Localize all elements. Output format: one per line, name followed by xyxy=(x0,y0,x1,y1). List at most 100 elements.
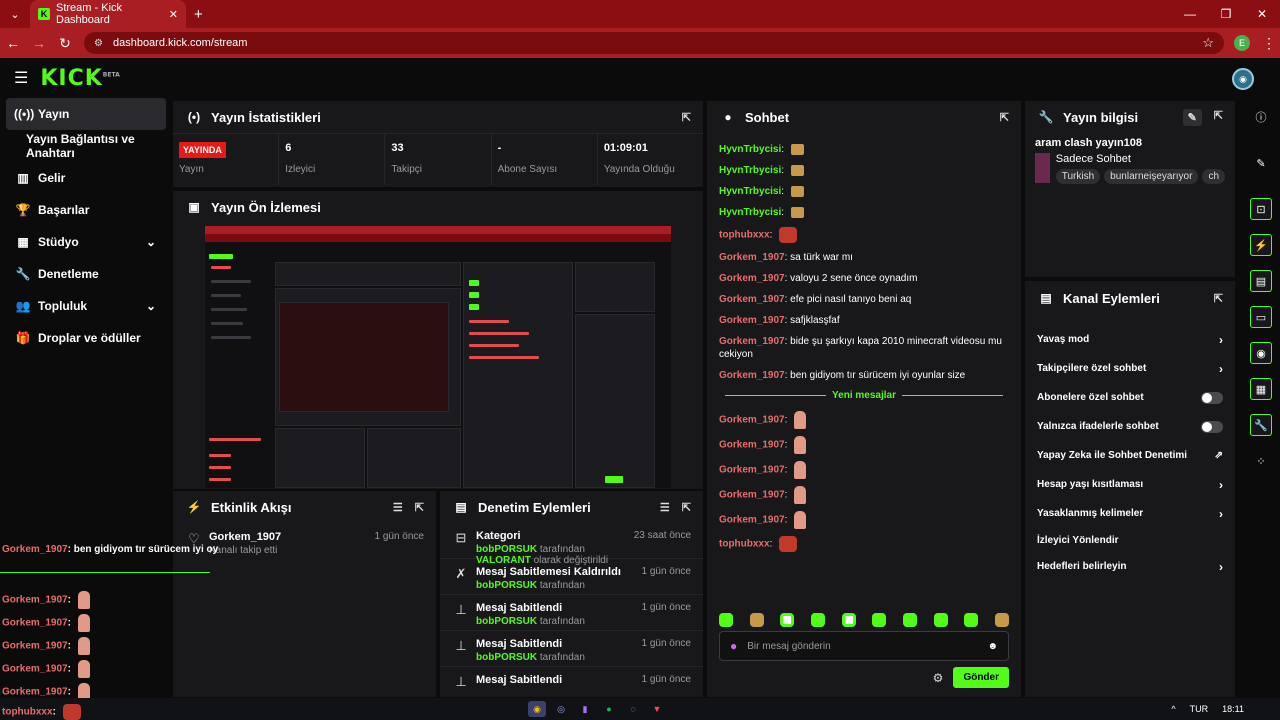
tag-chip[interactable]: Turkish xyxy=(1055,169,1101,184)
emote-icon[interactable] xyxy=(749,613,764,627)
action-host[interactable]: İzleyici Yönlendir xyxy=(1025,528,1235,552)
sidebar-item-droplar[interactable]: 🎁 Droplar ve ödüller xyxy=(0,322,172,354)
emote-icon[interactable] xyxy=(719,613,733,627)
subscribers-only-toggle[interactable] xyxy=(1201,391,1223,404)
action-followers-only[interactable]: Takipçilere özel sohbet › xyxy=(1025,354,1235,383)
action-ai-moderation[interactable]: Yapay Zeka ile Sohbet Denetimi ⇗ xyxy=(1025,441,1235,470)
send-button[interactable]: Gönder xyxy=(953,667,1009,688)
user-avatar[interactable]: ◉ xyxy=(1232,68,1254,90)
sidebar-item-basarilar[interactable]: 🏆 Başarılar xyxy=(0,194,172,226)
chat-username[interactable]: tophubxxx xyxy=(719,539,770,550)
obs-app-icon[interactable]: ◌ xyxy=(624,701,642,717)
chat-username[interactable]: Gorkem_1907 xyxy=(719,315,785,326)
filter-icon[interactable]: ☰ xyxy=(660,501,670,514)
url-field[interactable]: ⚙ dashboard.kick.com/stream ☆ xyxy=(84,32,1224,54)
reload-icon[interactable]: ↻ xyxy=(52,35,78,52)
tag-chip[interactable]: ch xyxy=(1202,169,1225,184)
chat-settings-gear-icon[interactable]: ⚙ xyxy=(933,671,944,685)
emote-icon[interactable] xyxy=(964,613,979,627)
popout-icon[interactable]: ⇱ xyxy=(1214,109,1223,126)
spotify-app-icon[interactable]: ● xyxy=(600,701,618,717)
profile-avatar[interactable]: E xyxy=(1234,35,1250,51)
back-icon[interactable]: ← xyxy=(0,35,26,51)
filter-icon[interactable]: ☰ xyxy=(393,501,403,514)
popout-icon[interactable]: ⇱ xyxy=(1214,292,1223,305)
window-close-icon[interactable]: ✕ xyxy=(1244,0,1280,28)
sidebar-item-denetleme[interactable]: 🔧 Denetleme xyxy=(0,258,172,290)
sidebar-item-stream-key[interactable]: Yayın Bağlantısı ve Anahtarı xyxy=(0,130,172,162)
tray-chevron-up-icon[interactable]: ^ xyxy=(1171,704,1175,714)
emote-icon[interactable] xyxy=(841,613,856,627)
chrome-app-icon[interactable]: ◉ xyxy=(528,701,546,717)
chat-username[interactable]: Gorkem_1907 xyxy=(719,370,785,381)
emotes-only-toggle[interactable] xyxy=(1201,420,1223,433)
tag-chip[interactable]: bunlarneişeyarıyor xyxy=(1104,169,1199,184)
emote-icon[interactable] xyxy=(994,613,1009,627)
emote-icon[interactable] xyxy=(810,613,825,627)
chat-username[interactable]: Gorkem_1907 xyxy=(719,336,785,347)
action-slow-mode[interactable]: Yavaş mod › xyxy=(1025,325,1235,354)
chat-username[interactable]: HyvnTrbycisi xyxy=(719,165,781,176)
chat-username[interactable]: tophubxxx xyxy=(719,230,770,241)
emote-icon[interactable] xyxy=(902,613,917,627)
action-banned-words[interactable]: Yasaklanmış kelimeler › xyxy=(1025,499,1235,528)
browser-tab[interactable]: K Stream - Kick Dashboard ✕ xyxy=(30,0,186,28)
emote-icon[interactable] xyxy=(872,613,887,627)
chat-username[interactable]: Gorkem_1907 xyxy=(719,415,785,426)
sidebar-item-gelir[interactable]: ▥ Gelir xyxy=(0,162,172,194)
document-icon[interactable]: ▤ xyxy=(1250,270,1272,292)
lightning-icon[interactable]: ⚡ xyxy=(1250,234,1272,256)
edit-pencil-icon[interactable]: ✎ xyxy=(1182,108,1202,126)
twitch-app-icon[interactable]: ▮ xyxy=(576,701,594,717)
sidebar-item-topluluk[interactable]: 👥 Topluluk ⌄ xyxy=(0,290,172,322)
tab-close-icon[interactable]: ✕ xyxy=(169,8,178,21)
action-goals[interactable]: Hedefleri belirleyin › xyxy=(1025,552,1235,581)
broadcast-icon[interactable]: ◉ xyxy=(1250,342,1272,364)
edit-pencil-icon[interactable]: ✎ xyxy=(1250,152,1272,174)
chat-username[interactable]: HyvnTrbycisi xyxy=(719,207,781,218)
chat-username[interactable]: Gorkem_1907 xyxy=(719,294,785,305)
chat-username[interactable]: Gorkem_1907 xyxy=(719,465,785,476)
new-tab-button[interactable]: + xyxy=(194,6,203,23)
kick-logo[interactable]: KICKBETA xyxy=(40,66,119,91)
chat-username[interactable]: Gorkem_1907 xyxy=(719,440,785,451)
tray-language[interactable]: TUR xyxy=(1190,704,1209,714)
apps-icon[interactable]: ⁘ xyxy=(1250,450,1272,472)
chat-username[interactable]: Gorkem_1907 xyxy=(719,490,785,501)
preview-line xyxy=(469,280,479,286)
tray-clock[interactable]: 18:11 xyxy=(1222,704,1244,714)
chat-bubble-icon[interactable]: ▭ xyxy=(1250,306,1272,328)
forward-icon[interactable]: → xyxy=(26,35,52,51)
tab-search-button[interactable]: ⌄ xyxy=(4,3,26,25)
hamburger-menu-icon[interactable]: ☰ xyxy=(14,68,28,88)
bookmark-star-icon[interactable]: ☆ xyxy=(1202,35,1214,51)
popout-icon[interactable]: ⇱ xyxy=(1000,111,1009,124)
chat-username[interactable]: HyvnTrbycisi xyxy=(719,144,781,155)
popout-icon[interactable]: ⇱ xyxy=(415,501,424,514)
sidebar-item-yayin[interactable]: ((•)) Yayın xyxy=(6,98,166,130)
chat-username[interactable]: Gorkem_1907 xyxy=(719,252,785,263)
info-icon[interactable]: ⓘ xyxy=(1250,106,1272,128)
emote-icon[interactable] xyxy=(933,613,948,627)
site-info-icon[interactable]: ⚙ xyxy=(94,38,103,49)
screenshot-icon[interactable]: ⊡ xyxy=(1250,198,1272,220)
emoji-picker-icon[interactable]: ☻ xyxy=(987,641,998,652)
popout-icon[interactable]: ⇱ xyxy=(682,501,691,514)
browser-menu-icon[interactable]: ⋮ xyxy=(1262,35,1276,52)
layout-icon[interactable]: ▦ xyxy=(1250,378,1272,400)
wrench-icon[interactable]: 🔧 xyxy=(1250,414,1272,436)
restore-icon[interactable]: ❐ xyxy=(1208,0,1244,28)
valorant-app-icon[interactable]: ▼ xyxy=(648,701,666,717)
sidebar-item-studyo[interactable]: ▦ Stüdyo ⌄ xyxy=(0,226,172,258)
microphone-icon[interactable]: ● xyxy=(730,639,737,653)
steam-app-icon[interactable]: ◎ xyxy=(552,701,570,717)
popout-icon[interactable]: ⇱ xyxy=(682,111,691,124)
emote-icon[interactable] xyxy=(780,613,795,627)
chat-username[interactable]: Gorkem_1907 xyxy=(719,273,785,284)
stream-preview-video[interactable] xyxy=(205,226,671,488)
chat-input[interactable]: ● Bir mesaj gönderin ☻ xyxy=(719,631,1009,661)
minimize-icon[interactable]: — xyxy=(1172,0,1208,28)
chat-username[interactable]: Gorkem_1907 xyxy=(719,515,785,526)
action-account-age[interactable]: Hesap yaşı kısıtlaması › xyxy=(1025,470,1235,499)
chat-username[interactable]: HyvnTrbycisi xyxy=(719,186,781,197)
